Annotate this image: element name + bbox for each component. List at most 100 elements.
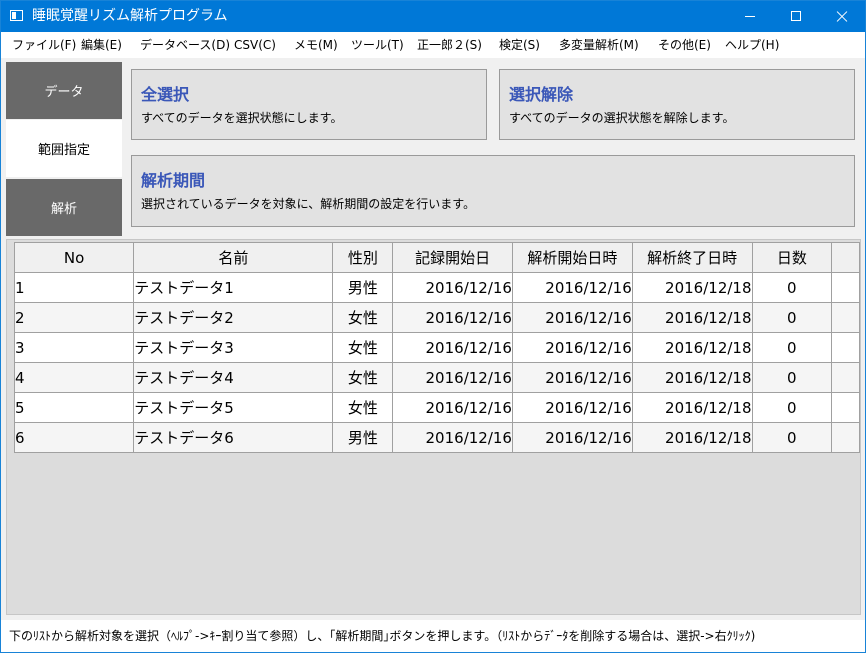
column-header-gender[interactable]: 性別 xyxy=(332,242,394,273)
menu-multivariate[interactable]: 多変量解析(M) xyxy=(559,38,639,53)
column-header-analysis-start[interactable]: 解析開始日時 xyxy=(511,242,633,273)
nav-tab-data[interactable]: データ xyxy=(6,62,122,119)
cell-name[interactable]: テストデータ6 xyxy=(133,422,334,453)
cell-analysis-end[interactable]: 2016/12/18 xyxy=(631,332,753,363)
table-row[interactable]: 4 テストデータ4 女性 2016/12/16 2016/12/16 2016/… xyxy=(13,362,860,393)
cell-no[interactable]: 5 xyxy=(13,392,135,423)
menu-help[interactable]: ヘルプ(H) xyxy=(725,38,779,53)
cell-no[interactable]: 4 xyxy=(13,362,135,393)
cell-days[interactable]: 0 xyxy=(751,392,833,423)
cell-analysis-end[interactable]: 2016/12/18 xyxy=(631,362,753,393)
cell-no[interactable]: 1 xyxy=(13,272,135,303)
cell-name[interactable]: テストデータ5 xyxy=(133,392,334,423)
cell-analysis-start[interactable]: 2016/12/16 xyxy=(511,332,633,363)
app-window: 睡眠覚醒リズム解析プログラム ファイル(F) 編集(E) データベース(D) C… xyxy=(0,0,866,653)
select-all-title: 全選択 xyxy=(141,85,190,104)
cell-filler xyxy=(831,332,860,363)
menu-other[interactable]: その他(E) xyxy=(658,38,711,53)
nav-tab-range[interactable]: 範囲指定 xyxy=(6,120,122,177)
cell-analysis-start[interactable]: 2016/12/16 xyxy=(511,422,633,453)
maximize-button[interactable] xyxy=(773,1,819,32)
cell-record-start[interactable]: 2016/12/16 xyxy=(392,272,513,303)
cell-no[interactable]: 6 xyxy=(13,422,135,453)
cell-filler xyxy=(831,422,860,453)
menu-database[interactable]: データベース(D) xyxy=(140,38,230,53)
nav-tab-label: 範囲指定 xyxy=(37,143,90,158)
cell-name[interactable]: テストデータ1 xyxy=(133,272,334,303)
grid-header-row: No 名前 性別 記録開始日 解析開始日時 解析終了日時 日数 xyxy=(13,242,860,273)
cell-analysis-start[interactable]: 2016/12/16 xyxy=(511,392,633,423)
app-icon[interactable] xyxy=(10,10,23,21)
column-header-filler xyxy=(831,242,860,273)
cell-filler xyxy=(831,362,860,393)
deselect-all-title: 選択解除 xyxy=(509,85,574,104)
column-header-record-start[interactable]: 記録開始日 xyxy=(392,242,513,273)
cell-days[interactable]: 0 xyxy=(751,362,833,393)
minimize-button[interactable] xyxy=(727,1,773,32)
analysis-period-button[interactable]: 解析期間 選択されているデータを対象に、解析期間の設定を行います。 xyxy=(131,155,855,227)
analysis-period-desc: 選択されているデータを対象に、解析期間の設定を行います。 xyxy=(141,197,476,211)
cell-record-start[interactable]: 2016/12/16 xyxy=(392,392,513,423)
menu-seiichiro2[interactable]: 正一郎２(S) xyxy=(417,38,482,53)
cell-record-start[interactable]: 2016/12/16 xyxy=(392,332,513,363)
close-button[interactable] xyxy=(819,1,865,32)
table-row[interactable]: 3 テストデータ3 女性 2016/12/16 2016/12/16 2016/… xyxy=(13,332,860,363)
column-header-days[interactable]: 日数 xyxy=(751,242,833,273)
cell-filler xyxy=(831,272,860,303)
cell-gender[interactable]: 女性 xyxy=(332,392,394,423)
menu-tools[interactable]: ツール(T) xyxy=(351,38,404,53)
cell-analysis-end[interactable]: 2016/12/18 xyxy=(631,302,753,333)
cell-record-start[interactable]: 2016/12/16 xyxy=(392,422,513,453)
cell-analysis-end[interactable]: 2016/12/18 xyxy=(631,422,753,453)
cell-analysis-start[interactable]: 2016/12/16 xyxy=(511,272,633,303)
menu-file[interactable]: ファイル(F) xyxy=(12,38,76,53)
cell-analysis-end[interactable]: 2016/12/18 xyxy=(631,272,753,303)
menu-test[interactable]: 検定(S) xyxy=(499,38,540,53)
cell-record-start[interactable]: 2016/12/16 xyxy=(392,362,513,393)
cell-name[interactable]: テストデータ3 xyxy=(133,332,334,363)
column-header-analysis-end[interactable]: 解析終了日時 xyxy=(631,242,753,273)
analysis-period-title: 解析期間 xyxy=(141,171,206,190)
cell-days[interactable]: 0 xyxy=(751,272,833,303)
cell-analysis-end[interactable]: 2016/12/18 xyxy=(631,392,753,423)
table-row[interactable]: 6 テストデータ6 男性 2016/12/16 2016/12/16 2016/… xyxy=(13,422,860,453)
menu-csv[interactable]: CSV(C) xyxy=(234,38,276,53)
cell-days[interactable]: 0 xyxy=(751,302,833,333)
cell-name[interactable]: テストデータ2 xyxy=(133,302,334,333)
deselect-all-button[interactable]: 選択解除 すべてのデータの選択状態を解除します。 xyxy=(499,69,855,140)
table-row[interactable]: 2 テストデータ2 女性 2016/12/16 2016/12/16 2016/… xyxy=(13,302,860,333)
data-grid[interactable]: No 名前 性別 記録開始日 解析開始日時 解析終了日時 日数 1 テストデータ… xyxy=(13,242,860,453)
title-bar[interactable]: 睡眠覚醒リズム解析プログラム xyxy=(1,1,865,32)
status-text: 下のﾘｽﾄから解析対象を選択（ﾍﾙﾌﾟ->ｷｰ割り当て参照）し、｢解析期間｣ボタ… xyxy=(9,629,756,643)
cell-name[interactable]: テストデータ4 xyxy=(133,362,334,393)
cell-no[interactable]: 2 xyxy=(13,302,135,333)
cell-gender[interactable]: 女性 xyxy=(332,332,394,363)
cell-gender[interactable]: 女性 xyxy=(332,362,394,393)
status-bar: 下のﾘｽﾄから解析対象を選択（ﾍﾙﾌﾟ->ｷｰ割り当て参照）し、｢解析期間｣ボタ… xyxy=(1,620,865,652)
cell-gender[interactable]: 男性 xyxy=(332,422,394,453)
nav-tab-label: 解析 xyxy=(50,202,77,217)
cell-days[interactable]: 0 xyxy=(751,422,833,453)
cell-filler xyxy=(831,302,860,333)
table-row[interactable]: 1 テストデータ1 男性 2016/12/16 2016/12/16 2016/… xyxy=(13,272,860,303)
window-title: 睡眠覚醒リズム解析プログラム xyxy=(32,8,228,24)
nav-tab-label: データ xyxy=(44,85,84,100)
column-header-name[interactable]: 名前 xyxy=(133,242,334,273)
cell-record-start[interactable]: 2016/12/16 xyxy=(392,302,513,333)
cell-filler xyxy=(831,392,860,423)
menu-memo[interactable]: メモ(M) xyxy=(294,38,338,53)
table-row[interactable]: 5 テストデータ5 女性 2016/12/16 2016/12/16 2016/… xyxy=(13,392,860,423)
cell-days[interactable]: 0 xyxy=(751,332,833,363)
select-all-button[interactable]: 全選択 すべてのデータを選択状態にします。 xyxy=(131,69,487,140)
menu-bar: ファイル(F) 編集(E) データベース(D) CSV(C) メモ(M) ツール… xyxy=(1,32,865,58)
cell-gender[interactable]: 男性 xyxy=(332,272,394,303)
cell-gender[interactable]: 女性 xyxy=(332,302,394,333)
nav-tab-analysis[interactable]: 解析 xyxy=(6,179,122,236)
menu-edit[interactable]: 編集(E) xyxy=(81,38,122,53)
select-all-desc: すべてのデータを選択状態にします。 xyxy=(141,111,343,125)
column-header-no[interactable]: No xyxy=(13,242,135,273)
cell-no[interactable]: 3 xyxy=(13,332,135,363)
cell-analysis-start[interactable]: 2016/12/16 xyxy=(511,362,633,393)
cell-analysis-start[interactable]: 2016/12/16 xyxy=(511,302,633,333)
deselect-all-desc: すべてのデータの選択状態を解除します。 xyxy=(509,111,735,125)
